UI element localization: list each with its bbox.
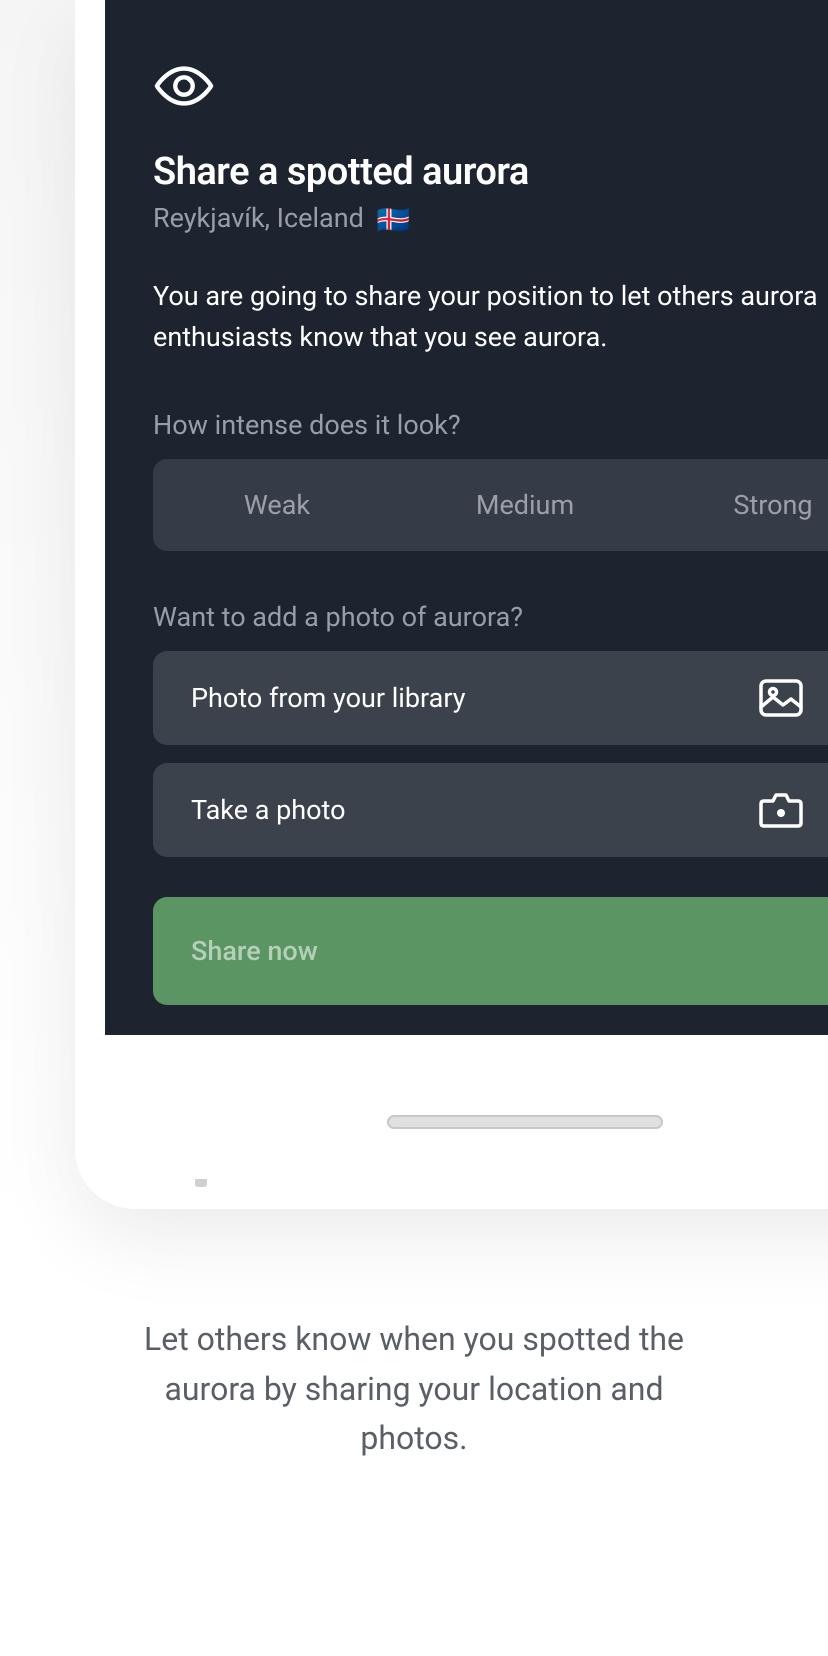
flag-icon: 🇮🇸 — [377, 204, 411, 236]
photo-library-label: Photo from your library — [191, 682, 759, 714]
intensity-label: How intense does it look? — [153, 409, 828, 441]
intensity-medium[interactable]: Medium — [401, 459, 649, 551]
eye-icon — [153, 62, 828, 114]
phone-frame: Share a spotted aurora Reykjavík, Icelan… — [75, 0, 828, 1209]
modal-description: You are going to share your position to … — [153, 276, 828, 357]
take-photo-label: Take a photo — [191, 794, 759, 826]
intensity-weak[interactable]: Weak — [153, 459, 401, 551]
take-photo-button[interactable]: Take a photo — [153, 763, 828, 857]
modal-title: Share a spotted aurora — [153, 150, 828, 194]
intensity-selector: Weak Medium Strong — [153, 459, 828, 551]
location-name: Reykjavík, Iceland — [153, 202, 364, 234]
home-indicator[interactable] — [387, 1115, 663, 1129]
marketing-caption: Let others know when you spotted the aur… — [0, 1315, 828, 1464]
photo-library-button[interactable]: Photo from your library — [153, 651, 828, 745]
app-screen: Share a spotted aurora Reykjavík, Icelan… — [105, 0, 828, 1035]
photo-label: Want to add a photo of aurora? — [153, 601, 828, 633]
phone-bezel: Share a spotted aurora Reykjavík, Icelan… — [75, 0, 828, 1179]
photo-icon — [759, 679, 803, 717]
share-now-label: Share now — [191, 935, 318, 967]
camera-icon — [759, 791, 803, 829]
location-text: Reykjavík, Iceland 🇮🇸 — [153, 202, 828, 236]
intensity-strong[interactable]: Strong — [649, 459, 828, 551]
share-now-button[interactable]: Share now — [153, 897, 828, 1005]
